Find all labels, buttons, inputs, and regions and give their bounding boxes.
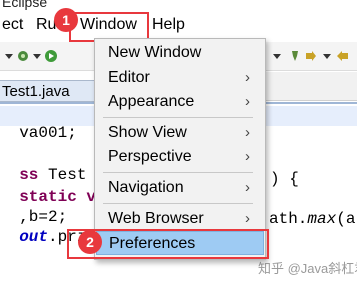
menu-item-show-view[interactable]: Show View › [96, 121, 264, 145]
window-dropdown-menu: New Window Editor › Appearance › Show Vi… [94, 38, 266, 260]
dropdown-arrow-icon[interactable] [320, 49, 334, 63]
menu-item-navigation[interactable]: Navigation › [96, 176, 264, 200]
menu-item-new-window[interactable]: New Window [96, 41, 264, 65]
window-title: Eclipse [2, 0, 48, 10]
code-text: (a, [336, 210, 357, 228]
step-1-badge: 1 [54, 8, 78, 32]
menu-help[interactable]: Help [152, 16, 185, 34]
code-fragment: ) { [270, 170, 299, 188]
back-icon[interactable] [336, 49, 350, 63]
menu-separator [103, 203, 253, 204]
menu-item-label: Editor [108, 69, 150, 86]
dropdown-arrow-icon[interactable] [2, 49, 16, 63]
watermark: 知乎 @Java斜杠君 [258, 261, 357, 276]
pin-icon[interactable] [288, 49, 302, 63]
menu-item-label: Navigation [108, 179, 184, 196]
menu-separator [103, 172, 253, 173]
code-text: ath. [269, 210, 308, 228]
code-fragment: ath.max(a, [269, 210, 357, 228]
chevron-right-icon: › [245, 148, 250, 165]
menu-item-label: Perspective [108, 148, 192, 165]
menu-item-label: Web Browser [108, 210, 204, 227]
menu-item-appearance[interactable]: Appearance › [96, 90, 264, 114]
menu-item-label: New Window [108, 44, 202, 61]
method-name: max [307, 210, 337, 228]
chevron-right-icon: › [245, 124, 250, 141]
menu-project[interactable]: ect [2, 16, 23, 34]
debug-icon[interactable] [16, 49, 30, 63]
field-name: out [19, 228, 49, 246]
editor-tab-area [266, 72, 357, 101]
menu-item-editor[interactable]: Editor › [96, 66, 264, 90]
step-2-badge: 2 [78, 230, 102, 254]
next-annotation-icon[interactable] [304, 49, 318, 63]
run-icon[interactable] [44, 49, 58, 63]
title-bar: Eclipse [0, 0, 357, 12]
menu-separator [103, 117, 253, 118]
chevron-right-icon: › [245, 210, 250, 227]
menu-item-label: Show View [108, 124, 187, 141]
chevron-right-icon: › [245, 179, 250, 196]
dropdown-arrow-icon[interactable] [30, 49, 44, 63]
menu-item-perspective[interactable]: Perspective › [96, 145, 264, 169]
code-text: va001; [19, 124, 77, 142]
menu-item-label: Appearance [108, 93, 195, 110]
chevron-right-icon: › [245, 69, 250, 86]
chevron-right-icon: › [245, 93, 250, 110]
dropdown-arrow-icon[interactable] [270, 49, 284, 63]
menu-item-web-browser[interactable]: Web Browser › [96, 207, 264, 231]
